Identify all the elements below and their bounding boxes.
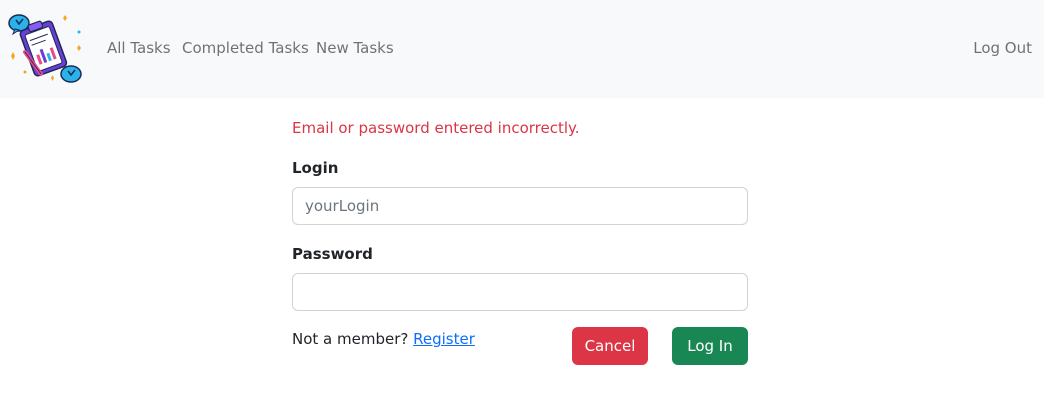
password-label: Password: [292, 245, 373, 263]
password-input[interactable]: [292, 273, 748, 311]
member-prompt-text: Not a member?: [292, 330, 409, 348]
clipboard-logo-icon[interactable]: [5, 12, 85, 86]
error-message: Email or password entered incorrectly.: [292, 119, 580, 137]
nav-link-new-tasks[interactable]: New Tasks: [316, 38, 394, 58]
cancel-button[interactable]: Cancel: [572, 327, 648, 365]
navbar: All Tasks Completed Tasks New Tasks Log …: [0, 0, 1044, 98]
login-label: Login: [292, 159, 339, 177]
nav-link-completed-tasks[interactable]: Completed Tasks: [182, 38, 309, 58]
login-input[interactable]: [292, 187, 748, 225]
login-button[interactable]: Log In: [672, 327, 748, 365]
logout-link[interactable]: Log Out: [973, 38, 1032, 58]
register-link[interactable]: Register: [413, 330, 475, 348]
nav-link-all-tasks[interactable]: All Tasks: [107, 38, 171, 58]
register-prompt: Not a member? Register: [292, 329, 475, 349]
